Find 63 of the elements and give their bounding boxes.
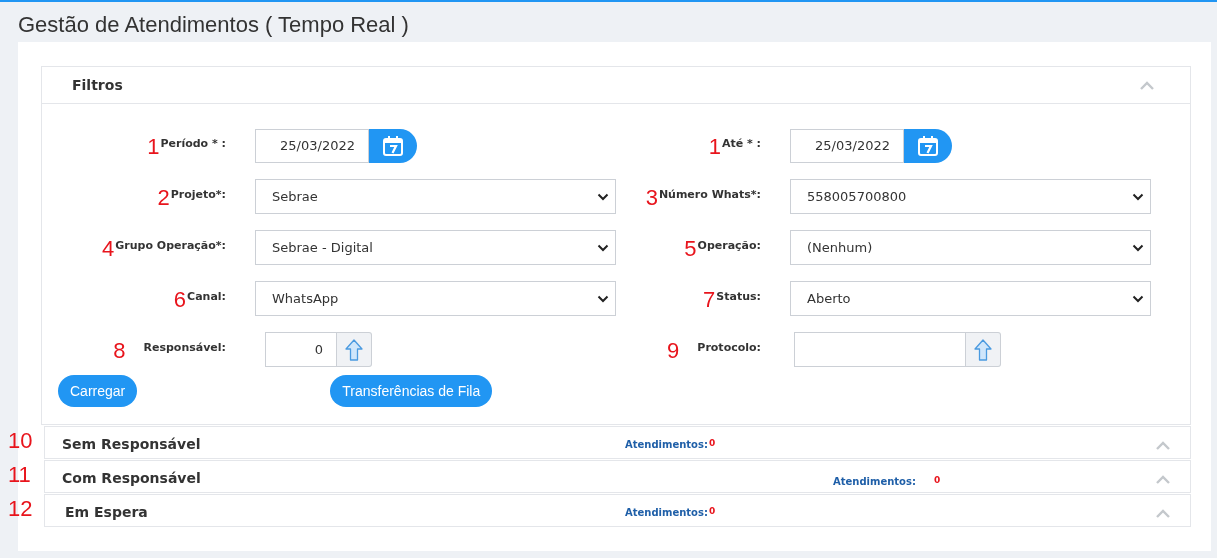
calendar-icon bbox=[382, 134, 404, 157]
count-label: Atendimentos: bbox=[625, 438, 708, 452]
marker-number: 12 bbox=[8, 496, 33, 522]
marker-number: 10 bbox=[8, 428, 33, 454]
count-label: Atendimentos: bbox=[833, 475, 916, 489]
calendar-icon bbox=[917, 134, 939, 157]
collapse-icon[interactable] bbox=[1156, 441, 1170, 450]
field-label: Número Whats*: bbox=[658, 186, 761, 203]
field-label: Até * : bbox=[721, 135, 761, 152]
field-label: Canal: bbox=[187, 288, 226, 305]
date-field[interactable]: 25/03/2022 bbox=[790, 128, 904, 163]
lookup-field[interactable] bbox=[794, 332, 966, 367]
chevron-down-icon bbox=[1132, 192, 1144, 201]
lookup-button[interactable] bbox=[966, 332, 1001, 367]
select-field[interactable]: Aberto bbox=[790, 281, 1151, 316]
field-label: Protocolo: bbox=[697, 339, 761, 356]
page-title: Gestão de Atendimentos ( Tempo Real ) bbox=[18, 12, 410, 38]
collapse-icon[interactable] bbox=[1140, 80, 1154, 90]
marker-number: 2 bbox=[157, 185, 170, 210]
count-value: 0 bbox=[708, 505, 716, 518]
chevron-down-icon bbox=[597, 243, 609, 252]
marker-number: 4 bbox=[102, 236, 115, 261]
lookup-button[interactable] bbox=[337, 332, 372, 367]
section-title: Com Responsável bbox=[61, 469, 202, 488]
field-label: Grupo Operação*: bbox=[115, 237, 226, 254]
chevron-down-icon bbox=[597, 192, 609, 201]
marker-number: 1 bbox=[708, 134, 721, 159]
lookup-field[interactable]: 0 bbox=[265, 332, 337, 367]
field-label: Período * : bbox=[160, 135, 226, 152]
marker-number: 3 bbox=[645, 185, 658, 210]
marker-number: 1 bbox=[147, 134, 160, 159]
count-value: 0 bbox=[708, 437, 716, 450]
date-field[interactable]: 25/03/2022 bbox=[255, 128, 369, 163]
select-field[interactable]: WhatsApp bbox=[255, 281, 616, 316]
select-field[interactable]: (Nenhum) bbox=[790, 230, 1151, 265]
calendar-button[interactable] bbox=[904, 128, 952, 163]
field-label: Status: bbox=[716, 288, 761, 305]
section-title: Sem Responsável bbox=[61, 435, 202, 454]
count-value: 0 bbox=[933, 474, 941, 487]
calendar-button[interactable] bbox=[369, 128, 417, 163]
chevron-down-icon bbox=[1132, 294, 1144, 303]
marker-number: 9 bbox=[667, 338, 680, 363]
select-field[interactable]: Sebrae - Digital bbox=[255, 230, 616, 265]
chevron-down-icon bbox=[597, 294, 609, 303]
card-title: Filtros bbox=[72, 75, 123, 95]
arrow-up-icon bbox=[974, 338, 992, 361]
collapse-icon[interactable] bbox=[1156, 475, 1170, 484]
collapse-icon[interactable] bbox=[1156, 509, 1170, 518]
section-title: Em Espera bbox=[64, 503, 149, 522]
arrow-up-icon bbox=[345, 338, 363, 361]
select-field[interactable]: 558005700800 bbox=[790, 179, 1151, 214]
marker-number: 6 bbox=[173, 287, 187, 312]
marker-number: 11 bbox=[8, 462, 31, 488]
select-field[interactable]: Sebrae bbox=[255, 179, 616, 214]
chevron-down-icon bbox=[1132, 243, 1144, 252]
marker-number: 7 bbox=[703, 287, 716, 312]
section-header[interactable]: Com Responsável Atendimentos: 0 bbox=[44, 460, 1191, 493]
marker-number: 5 bbox=[684, 236, 697, 261]
field-label: Operação: bbox=[697, 237, 761, 254]
marker-number: 8 bbox=[113, 338, 126, 363]
count-label: Atendimentos: bbox=[625, 506, 708, 520]
field-label: Responsável: bbox=[143, 339, 226, 356]
field-label: Projeto*: bbox=[170, 186, 226, 203]
